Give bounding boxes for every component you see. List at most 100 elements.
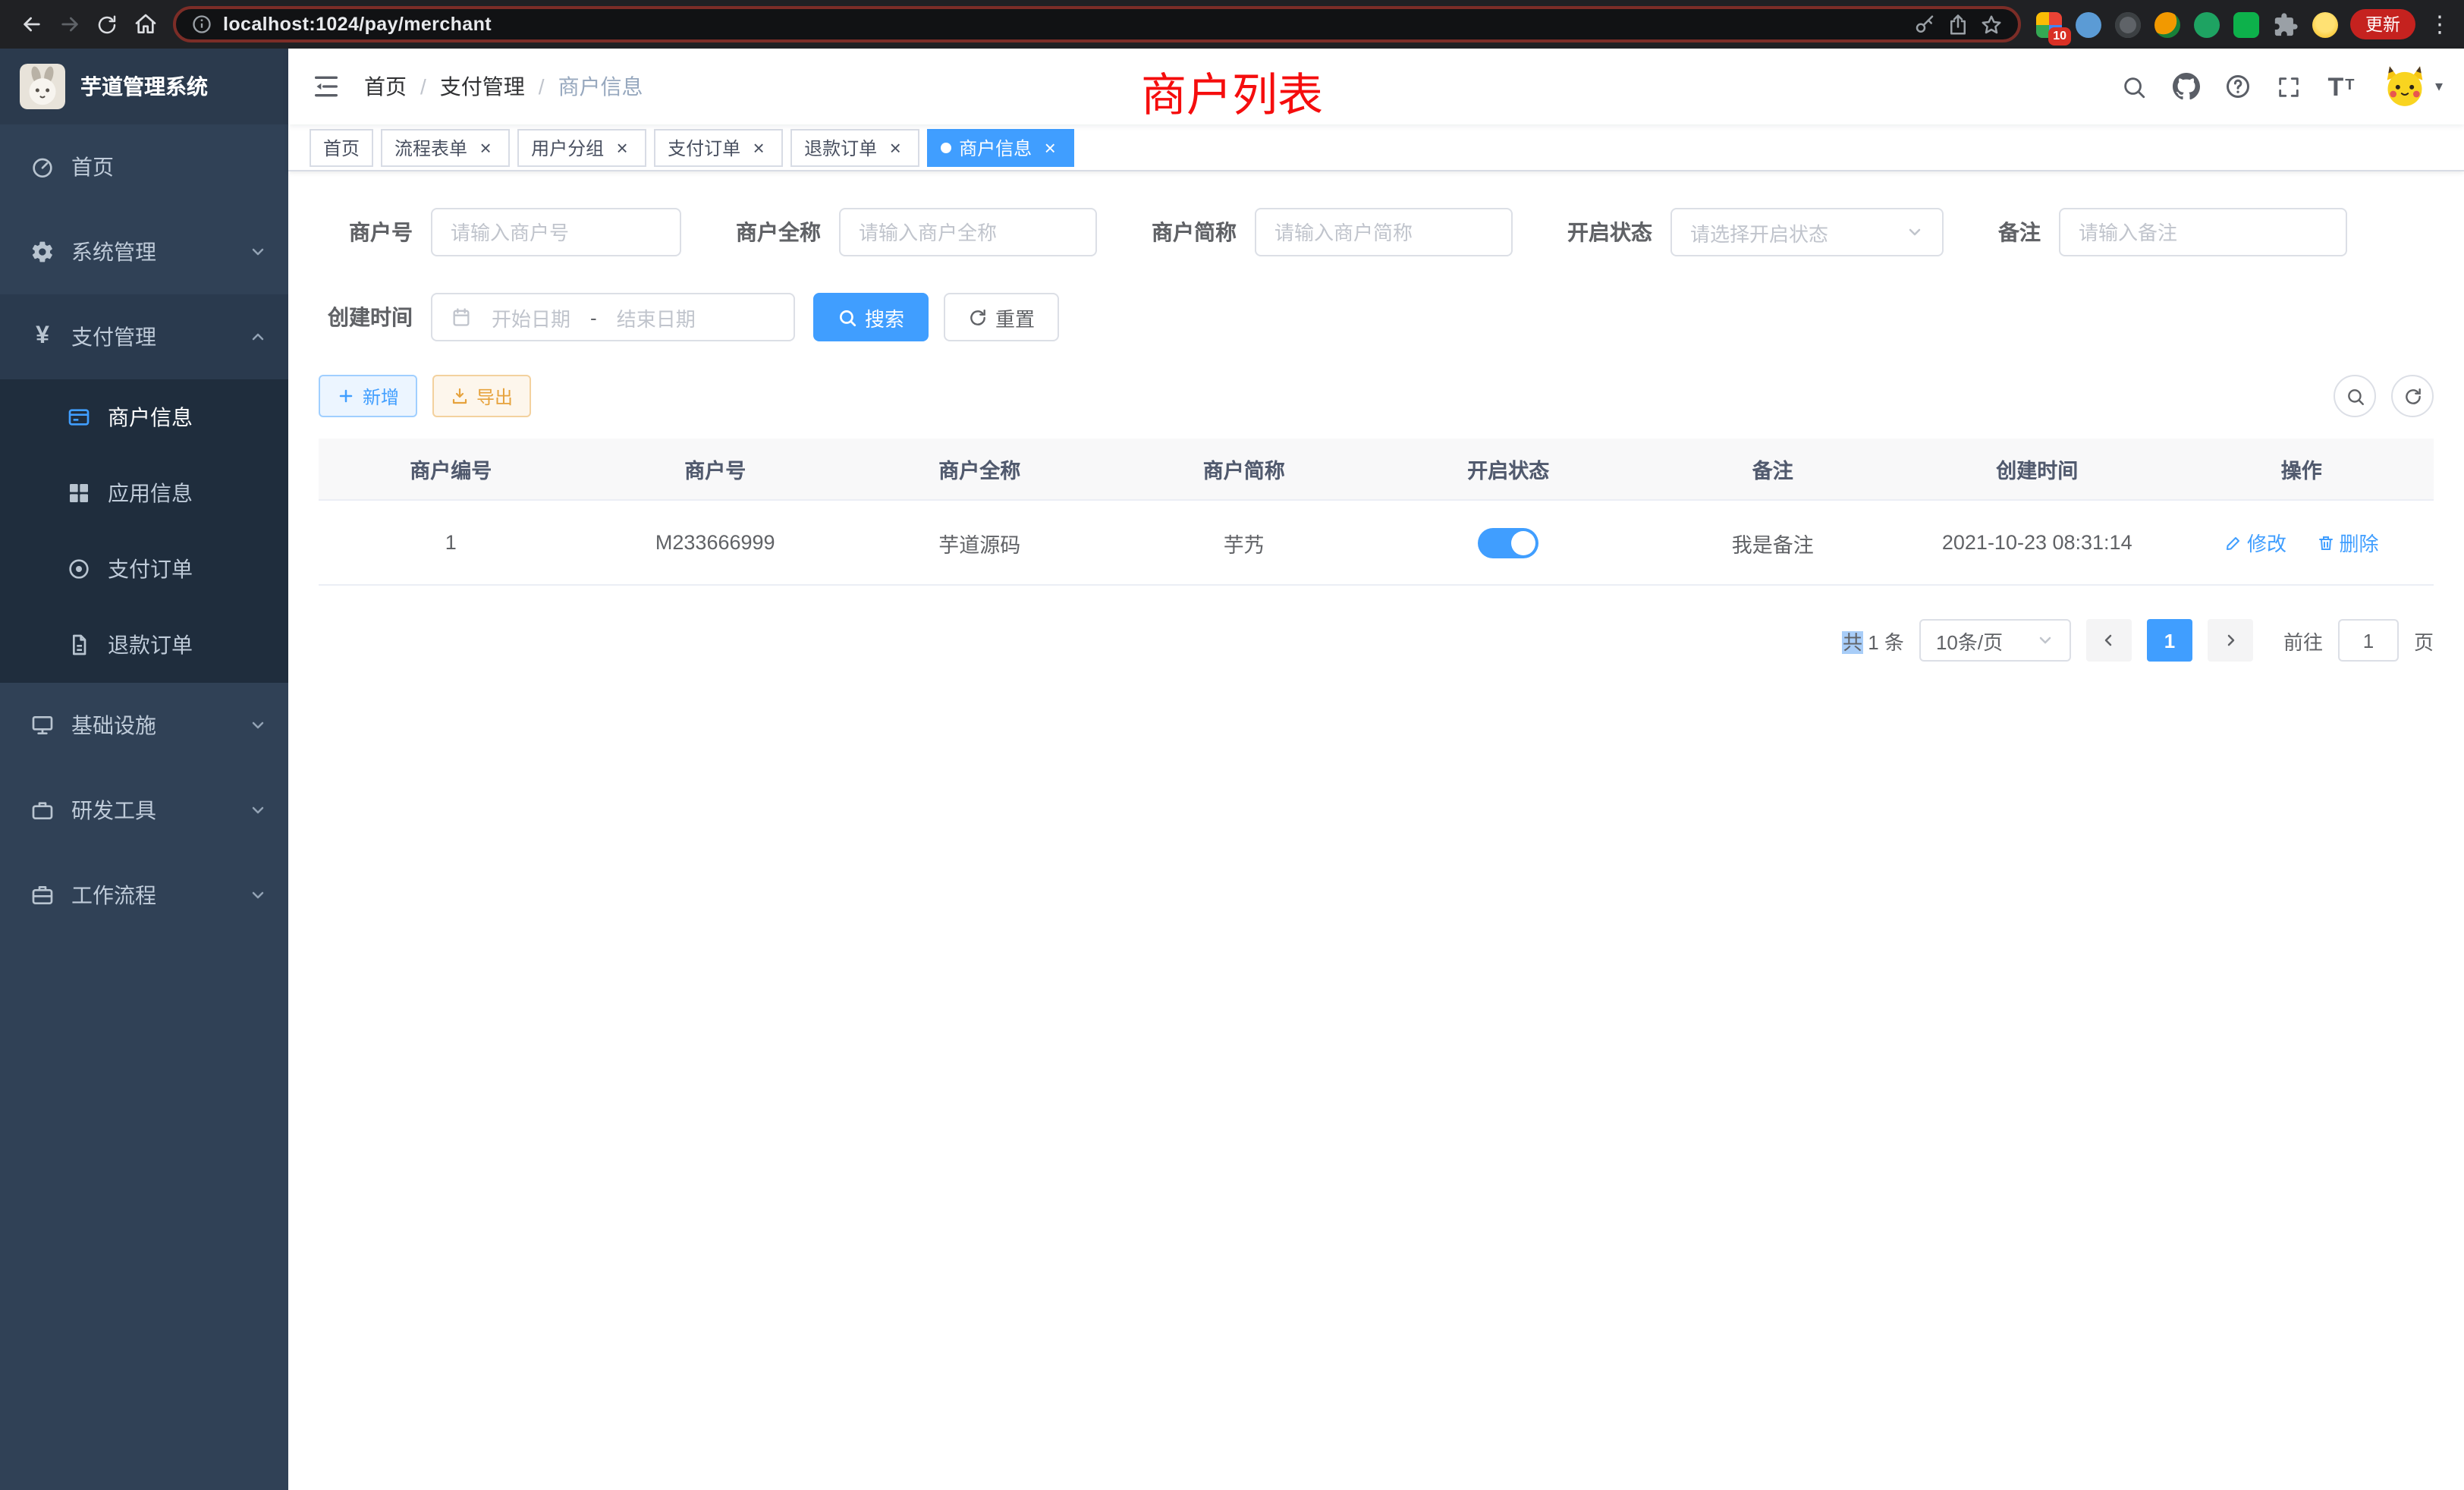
breadcrumb: 首页 / 支付管理 / 商户信息	[364, 71, 643, 102]
sidebar-item-home[interactable]: 首页	[0, 124, 288, 209]
extension-icon-green-square[interactable]	[2233, 11, 2259, 37]
search-icon[interactable]	[2112, 64, 2158, 109]
cell-remark: 我是备注	[1641, 500, 1906, 585]
bookmark-star-icon[interactable]	[1980, 13, 2003, 36]
url-bar[interactable]: localhost:1024/pay/merchant	[173, 6, 2021, 42]
short-name-label: 商户简称	[1152, 217, 1237, 247]
merchant-no-label: 商户号	[319, 217, 413, 247]
close-icon[interactable]: ×	[1039, 137, 1061, 158]
tab-pay-order[interactable]: 支付订单 ×	[654, 128, 783, 166]
status-select[interactable]: 请选择开启状态	[1670, 208, 1944, 256]
extension-icon-green-circle[interactable]	[2194, 11, 2220, 37]
next-page-button[interactable]	[2208, 619, 2253, 662]
github-icon[interactable]	[2164, 64, 2209, 109]
table-toolbar: 新增 导出	[319, 375, 2434, 417]
merchant-no-input[interactable]	[431, 208, 681, 256]
short-name-input[interactable]	[1255, 208, 1513, 256]
goto-page-input[interactable]	[2338, 619, 2399, 662]
sidebar: 芋道管理系统 首页 系统管理	[0, 49, 288, 1490]
remark-label: 备注	[1998, 217, 2041, 247]
toggle-search-button[interactable]	[2334, 375, 2376, 417]
sidebar-item-label: 支付订单	[108, 554, 267, 584]
password-key-icon[interactable]	[1913, 13, 1936, 36]
close-icon[interactable]: ×	[611, 137, 633, 158]
sidebar-item-label: 应用信息	[108, 478, 267, 508]
goto-label: 前往	[2283, 626, 2323, 655]
close-icon[interactable]: ×	[748, 137, 769, 158]
sidebar-item-dev-tools[interactable]: 研发工具	[0, 768, 288, 853]
close-icon[interactable]: ×	[475, 137, 496, 158]
app-logo	[20, 64, 65, 109]
browser-menu-icon[interactable]: ⋮	[2428, 11, 2452, 38]
help-icon[interactable]	[2215, 64, 2261, 109]
tab-user-group[interactable]: 用户分组 ×	[517, 128, 646, 166]
page-content: 商户号 商户全称 商户简称 开启状态 请选择开启状态	[288, 171, 2464, 1490]
extension-icon-blue[interactable]	[2076, 11, 2101, 37]
chevron-down-icon	[249, 801, 267, 819]
browser-profile-avatar[interactable]	[2312, 11, 2338, 37]
column-header: 创建时间	[1905, 439, 2170, 500]
column-header: 商户简称	[1112, 439, 1377, 500]
remark-input[interactable]	[2059, 208, 2347, 256]
toolbox-icon	[30, 798, 55, 822]
cell-create-time: 2021-10-23 08:31:14	[1905, 500, 2170, 585]
tab-home[interactable]: 首页	[310, 128, 373, 166]
extension-icon-orange-green[interactable]	[2154, 11, 2180, 37]
page-number-button[interactable]: 1	[2147, 619, 2192, 662]
close-icon[interactable]: ×	[885, 137, 906, 158]
page-info-icon[interactable]	[191, 14, 212, 35]
extension-icon-colorful[interactable]: 10	[2036, 11, 2062, 37]
calendar-icon	[451, 306, 472, 328]
merchant-card-icon	[67, 405, 91, 429]
extensions-puzzle-icon[interactable]	[2273, 11, 2299, 37]
tab-refund-order[interactable]: 退款订单 ×	[790, 128, 919, 166]
status-toggle[interactable]	[1478, 527, 1538, 558]
sidebar-item-workflow[interactable]: 工作流程	[0, 853, 288, 938]
tab-process-form[interactable]: 流程表单 ×	[381, 128, 510, 166]
export-button[interactable]: 导出	[432, 375, 531, 417]
browser-back-button[interactable]	[12, 5, 50, 43]
sidebar-item-app-info[interactable]: 应用信息	[0, 455, 288, 531]
add-button[interactable]: 新增	[319, 375, 417, 417]
filter-row-2: 创建时间 开始日期 - 结束日期 搜索	[319, 293, 2434, 341]
browser-home-button[interactable]	[126, 5, 164, 43]
sidebar-item-system[interactable]: 系统管理	[0, 209, 288, 294]
browser-update-button[interactable]: 更新	[2350, 9, 2415, 39]
browser-forward-button[interactable]	[50, 5, 88, 43]
tags-view-bar: 首页 流程表单 × 用户分组 × 支付订单 × 退款订单 ×	[288, 124, 2464, 171]
page-size-select[interactable]: 10条/页	[1919, 619, 2071, 662]
breadcrumb-current: 商户信息	[558, 71, 643, 102]
refresh-button[interactable]	[2391, 375, 2434, 417]
sidebar-item-label: 商户信息	[108, 402, 267, 432]
extension-icon-gray[interactable]	[2115, 11, 2141, 37]
breadcrumb-separator: /	[420, 74, 426, 99]
search-button[interactable]: 搜索	[813, 293, 929, 341]
reset-button[interactable]: 重置	[944, 293, 1059, 341]
start-date-placeholder[interactable]: 开始日期	[492, 303, 570, 332]
collapse-sidebar-button[interactable]	[288, 49, 364, 124]
sidebar-item-pay-order[interactable]: 支付订单	[0, 531, 288, 607]
breadcrumb-payment[interactable]: 支付管理	[440, 71, 525, 102]
share-icon[interactable]	[1947, 13, 1969, 36]
tab-merchant-info[interactable]: 商户信息 ×	[927, 128, 1074, 166]
delete-link[interactable]: 删除	[2317, 528, 2379, 557]
create-time-range-picker[interactable]: 开始日期 - 结束日期	[431, 293, 795, 341]
sidebar-item-label: 支付管理	[71, 322, 232, 352]
user-avatar[interactable]	[2382, 64, 2428, 109]
sidebar-item-infrastructure[interactable]: 基础设施	[0, 683, 288, 768]
chevron-down-icon	[249, 886, 267, 904]
fullscreen-icon[interactable]	[2267, 64, 2312, 109]
full-name-input[interactable]	[839, 208, 1097, 256]
briefcase-icon	[30, 883, 55, 907]
prev-page-button[interactable]	[2086, 619, 2132, 662]
sidebar-item-merchant-info[interactable]: 商户信息	[0, 379, 288, 455]
user-menu[interactable]: ▾	[2382, 64, 2443, 109]
sidebar-item-payment[interactable]: ¥ 支付管理	[0, 294, 288, 379]
breadcrumb-home[interactable]: 首页	[364, 71, 407, 102]
end-date-placeholder[interactable]: 结束日期	[617, 303, 696, 332]
browser-reload-button[interactable]	[88, 5, 126, 43]
font-size-icon[interactable]: TT	[2318, 64, 2364, 109]
sidebar-item-refund-order[interactable]: 退款订单	[0, 607, 288, 683]
table-header-row: 商户编号 商户号 商户全称 商户简称 开启状态 备注 创建时间 操作	[319, 439, 2434, 500]
edit-link[interactable]: 修改	[2224, 528, 2286, 557]
